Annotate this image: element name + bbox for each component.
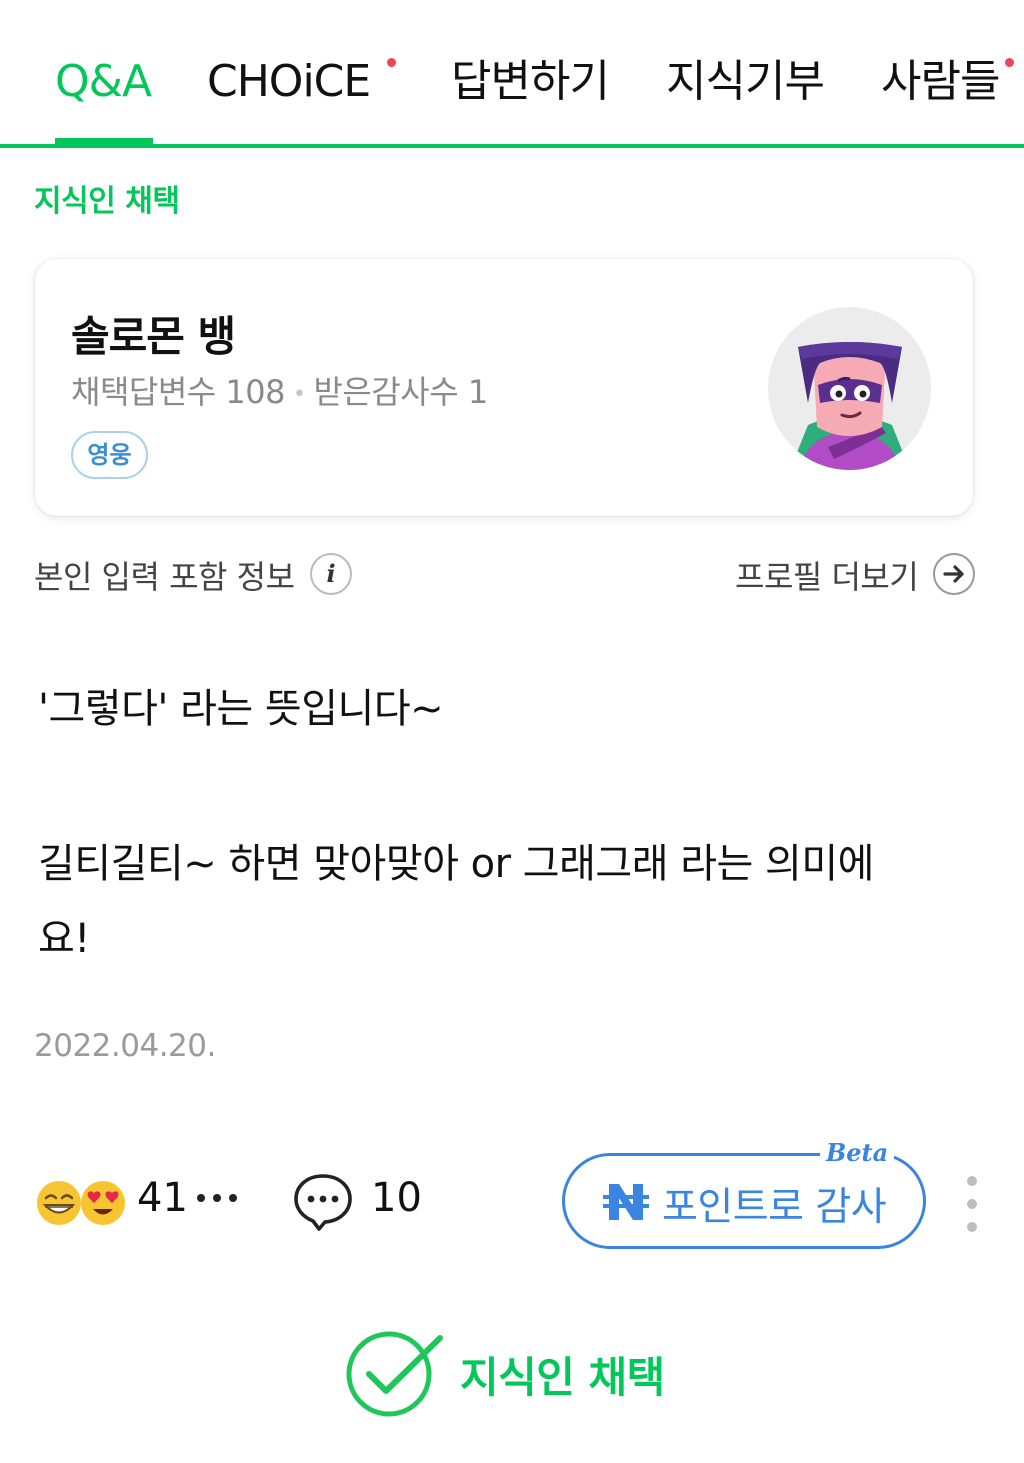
hero-avatar-icon bbox=[768, 307, 931, 470]
tab-people[interactable]: 사람들 bbox=[881, 52, 1014, 112]
profile-more-link[interactable]: 프로필 더보기 bbox=[735, 552, 919, 598]
tab-qna-label: Q&A bbox=[55, 56, 152, 107]
section-label: 지식인 채택 bbox=[34, 184, 180, 219]
adopted-badge-label: 지식인 채택 bbox=[460, 1353, 665, 1402]
answerer-profile-card[interactable]: 솔로몬 뱅 채택답변수 108 • 받은감사수 1 영웅 bbox=[35, 259, 973, 516]
tab-answer-label: 답변하기 bbox=[451, 56, 610, 107]
thank-with-points-label: 포인트로 감사 bbox=[662, 1185, 887, 1230]
tab-qna[interactable]: Q&A bbox=[55, 52, 152, 112]
answerer-name: 솔로몬 뱅 bbox=[71, 312, 236, 361]
answerer-stats: 채택답변수 108 • 받은감사수 1 bbox=[71, 367, 488, 413]
answer-line: 길티길티~ 하면 맞아맞아 or 그래그래 라는 의미에 bbox=[38, 841, 874, 887]
adopted-check-icon bbox=[346, 1331, 443, 1417]
more-reactions-icon[interactable] bbox=[195, 1188, 243, 1208]
thanks-count-label: 받은감사수 bbox=[313, 373, 459, 411]
naver-pay-n-icon bbox=[603, 1184, 649, 1220]
tab-donate[interactable]: 지식기부 bbox=[666, 52, 825, 112]
tab-choice[interactable]: CHOiCE bbox=[207, 52, 396, 112]
tab-answer[interactable]: 답변하기 bbox=[451, 52, 610, 112]
answer-date: 2022.04.20. bbox=[34, 1028, 216, 1064]
answer-page: Q&A CHOiCE 답변하기 지식기부 사람들 지식인 채택 솔로몬 뱅 채택… bbox=[0, 0, 1024, 1463]
tab-donate-label: 지식기부 bbox=[666, 56, 825, 107]
answer-line: 요! bbox=[38, 916, 90, 962]
info-icon[interactable]: i bbox=[310, 553, 352, 595]
more-options-icon[interactable] bbox=[962, 1176, 982, 1232]
top-tab-bar: Q&A CHOiCE 답변하기 지식기부 사람들 bbox=[0, 0, 1024, 148]
beta-tag: Beta bbox=[820, 1138, 895, 1167]
comment-count[interactable]: 10 bbox=[371, 1175, 422, 1221]
answer-line: '그렇다' 라는 뜻입니다~ bbox=[38, 686, 444, 732]
comment-icon[interactable] bbox=[292, 1171, 354, 1233]
avatar[interactable] bbox=[768, 307, 931, 470]
arrow-right-glyph bbox=[943, 565, 964, 583]
arrow-right-icon[interactable] bbox=[933, 553, 975, 595]
included-info-text: 본인 입력 포함 정보 bbox=[34, 558, 295, 596]
tab-people-label: 사람들 bbox=[881, 56, 1000, 107]
adopted-count: 108 bbox=[225, 373, 285, 411]
adopted-count-label: 채택답변수 bbox=[71, 373, 216, 411]
new-dot-icon bbox=[387, 58, 396, 67]
answer-body: '그렇다' 라는 뜻입니다~ 길티길티~ 하면 맞아맞아 or 그래그래 라는 … bbox=[38, 672, 968, 977]
active-tab-indicator bbox=[55, 138, 153, 146]
thanks-count: 1 bbox=[467, 373, 488, 411]
heart-eyes-face-icon bbox=[81, 1181, 125, 1225]
grinning-face-icon bbox=[37, 1181, 81, 1225]
grade-badge: 영웅 bbox=[71, 431, 148, 479]
separator-dot-icon: • bbox=[292, 381, 306, 407]
reaction-count: 41 bbox=[137, 1175, 188, 1221]
new-dot-icon bbox=[1005, 58, 1014, 67]
tab-choice-label: CHOiCE bbox=[207, 56, 371, 107]
